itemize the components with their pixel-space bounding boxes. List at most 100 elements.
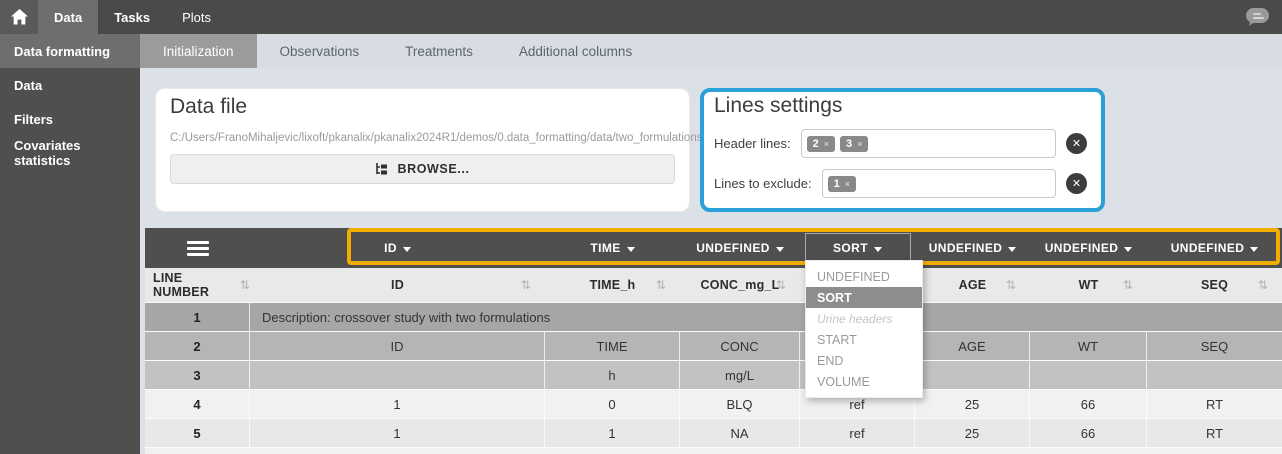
caret-down-icon — [627, 247, 635, 252]
table-row-5-data: 5 1 1 NA ref 25 66 RT — [145, 419, 1282, 448]
lines-to-exclude-label: Lines to exclude: — [714, 176, 812, 191]
line-number-cell: 1 — [145, 303, 250, 331]
browse-button-label: BROWSE... — [397, 162, 469, 176]
line-number-cell: 4 — [145, 390, 250, 418]
table-header-row: LINE NUMBER ⇅ ID ⇅ TIME_h ⇅ CONC_mg_L ⇅ … — [145, 268, 1282, 303]
header-wt: WT ⇅ — [1030, 268, 1147, 302]
exclude-line-tag-1[interactable]: 1 × — [828, 176, 856, 192]
feedback-button[interactable] — [1244, 7, 1270, 33]
dropdown-option-sort[interactable]: SORT — [806, 287, 922, 308]
sidebar-item-data-formatting[interactable]: Data formatting — [0, 34, 140, 68]
remove-tag-icon[interactable]: × — [824, 139, 829, 149]
subtab-strip: Initialization Observations Treatments A… — [140, 34, 1282, 68]
cell: 1 — [250, 390, 545, 418]
header-label: ID — [391, 278, 404, 292]
header-label: LINE NUMBER — [153, 271, 234, 299]
column-selector-undefined-3[interactable]: UNDEFINED — [1039, 234, 1139, 262]
sort-arrows-icon[interactable]: ⇅ — [776, 278, 786, 292]
header-label: AGE — [959, 278, 987, 292]
header-line-number: LINE NUMBER ⇅ — [145, 268, 250, 302]
column-selector-time[interactable]: TIME — [584, 234, 640, 262]
header-line-tag-3[interactable]: 3 × — [840, 136, 868, 152]
clear-lines-to-exclude-button[interactable]: ✕ — [1066, 173, 1087, 194]
column-selector-undefined-1[interactable]: UNDEFINED — [690, 234, 790, 262]
caret-down-icon — [776, 247, 784, 252]
subtab-additional-columns[interactable]: Additional columns — [496, 34, 655, 68]
subtab-initialization[interactable]: Initialization — [140, 34, 257, 68]
home-icon — [11, 9, 28, 25]
caret-down-icon — [1124, 247, 1132, 252]
cell: 66 — [1030, 390, 1147, 418]
remove-tag-icon[interactable]: × — [845, 179, 850, 189]
sort-arrows-icon[interactable]: ⇅ — [1123, 278, 1133, 292]
data-file-card: Data file C:/Users/FranoMihaljevic/lixof… — [155, 88, 690, 212]
column-selector-undefined-2[interactable]: UNDEFINED — [923, 234, 1023, 262]
tab-plots[interactable]: Plots — [166, 0, 227, 34]
header-lines-row: Header lines: 2 × 3 × ✕ — [714, 129, 1091, 158]
remove-tag-icon[interactable]: × — [857, 139, 862, 149]
cell: 25 — [915, 419, 1030, 447]
header-label: TIME_h — [590, 278, 636, 292]
header-label: SEQ — [1201, 278, 1228, 292]
sort-arrows-icon[interactable]: ⇅ — [1006, 278, 1016, 292]
lines-settings-title: Lines settings — [714, 94, 1091, 118]
sort-arrows-icon[interactable]: ⇅ — [521, 278, 531, 292]
dropdown-option-undefined[interactable]: UNDEFINED — [806, 266, 922, 287]
sidebar-item-filters[interactable]: Filters — [0, 102, 140, 136]
selector-label: TIME — [590, 241, 620, 255]
clear-header-lines-button[interactable]: ✕ — [1066, 133, 1087, 154]
column-selector-id[interactable]: ID — [378, 234, 417, 262]
cell — [1147, 361, 1282, 389]
sort-arrows-icon[interactable]: ⇅ — [240, 278, 250, 292]
line-number-cell: 3 — [145, 361, 250, 389]
header-age: AGE ⇅ — [915, 268, 1030, 302]
sort-arrows-icon[interactable]: ⇅ — [1258, 278, 1268, 292]
lines-to-exclude-row: Lines to exclude: 1 × ✕ — [714, 169, 1091, 198]
header-lines-label: Header lines: — [714, 136, 791, 151]
cell: 25 — [915, 390, 1030, 418]
header-label: WT — [1079, 278, 1099, 292]
top-bar: Data Tasks Plots — [0, 0, 1282, 34]
main-content: Data file C:/Users/FranoMihaljevic/lixof… — [140, 68, 1282, 454]
table-row-3-header: 3 h mg/L — [145, 361, 1282, 390]
caret-down-icon — [1008, 247, 1016, 252]
data-file-title: Data file — [170, 95, 675, 119]
column-type-selector-row: ID TIME UNDEFINED SORT UNDEFINED — [145, 228, 1282, 268]
caret-down-icon — [1250, 247, 1258, 252]
column-selector-undefined-4[interactable]: UNDEFINED — [1165, 234, 1265, 262]
cell: CONC — [680, 332, 800, 360]
home-button[interactable] — [0, 0, 38, 34]
cell: RT — [1147, 390, 1282, 418]
header-lines-input[interactable]: 2 × 3 × — [801, 129, 1056, 158]
header-conc-mg-l: CONC_mg_L ⇅ — [680, 268, 800, 302]
sort-arrows-icon[interactable]: ⇅ — [656, 278, 666, 292]
selector-label: UNDEFINED — [929, 241, 1003, 255]
dropdown-group-urine-headers: Urine headers — [806, 308, 922, 329]
subtab-observations[interactable]: Observations — [257, 34, 383, 68]
header-time-h: TIME_h ⇅ — [545, 268, 680, 302]
column-selector-sort[interactable]: SORT — [805, 233, 911, 263]
dropdown-option-start[interactable]: START — [806, 329, 922, 350]
lines-settings-card: Lines settings Header lines: 2 × 3 × ✕ L… — [700, 88, 1105, 212]
sidebar-item-covariates-statistics[interactable]: Covariates statistics — [0, 136, 140, 170]
data-grid: ID TIME UNDEFINED SORT UNDEFINED — [145, 228, 1282, 454]
grid-menu-button[interactable] — [187, 241, 209, 256]
cell — [1030, 361, 1147, 389]
lines-to-exclude-input[interactable]: 1 × — [822, 169, 1056, 198]
tab-data[interactable]: Data — [38, 0, 98, 36]
sidebar-item-data[interactable]: Data — [0, 68, 140, 102]
header-id: ID ⇅ — [250, 268, 545, 302]
dropdown-option-volume[interactable]: VOLUME — [806, 371, 922, 392]
header-label: CONC_mg_L — [701, 278, 780, 292]
header-line-tag-2[interactable]: 2 × — [807, 136, 835, 152]
table-row-2-header: 2 ID TIME CONC AGE WT SEQ — [145, 332, 1282, 361]
selector-label: SORT — [833, 241, 868, 255]
subtab-treatments[interactable]: Treatments — [382, 34, 496, 68]
cell: BLQ — [680, 390, 800, 418]
line-number-cell: 5 — [145, 419, 250, 447]
cell: RT — [1147, 419, 1282, 447]
line-number-cell: 2 — [145, 332, 250, 360]
browse-button[interactable]: BROWSE... — [170, 154, 675, 184]
tab-tasks[interactable]: Tasks — [98, 0, 166, 34]
dropdown-option-end[interactable]: END — [806, 350, 922, 371]
